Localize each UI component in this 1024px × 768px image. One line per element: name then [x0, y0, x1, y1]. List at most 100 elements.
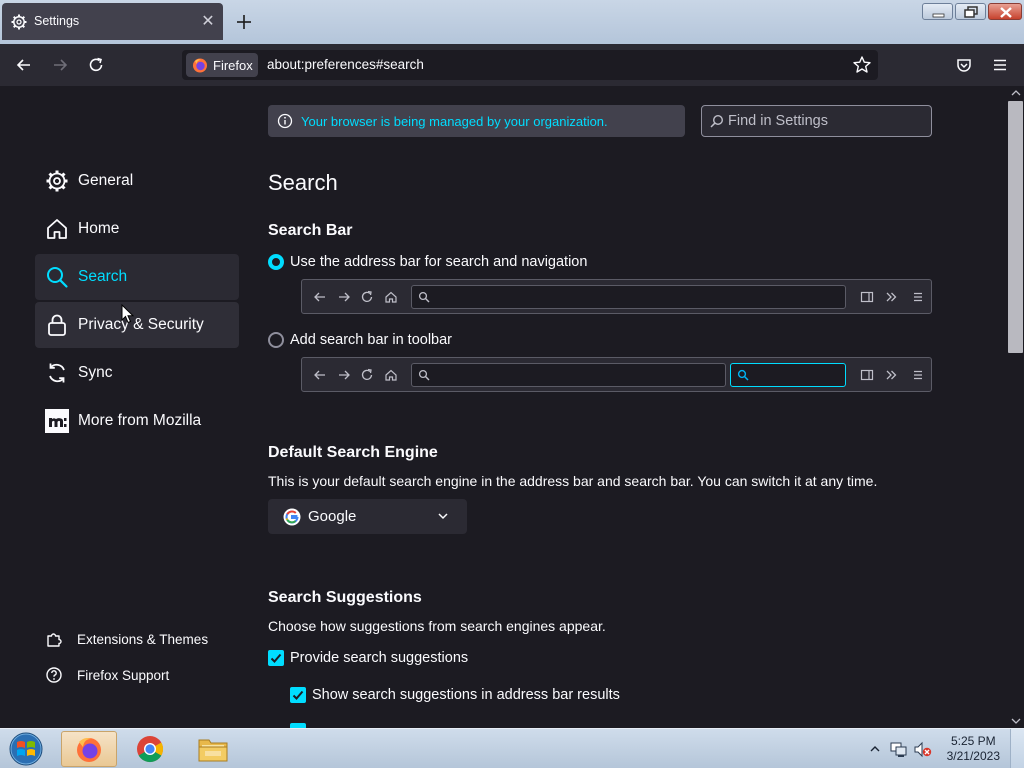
category-more-from-mozilla[interactable]: More from Mozilla [35, 398, 239, 444]
overflow-chevron-icon [886, 292, 897, 302]
default-search-engine-heading: Default Search Engine [268, 444, 438, 461]
scroll-down-arrow-icon[interactable] [1011, 716, 1021, 726]
firefox-icon [193, 58, 207, 73]
gear-icon [46, 170, 68, 192]
show-hidden-icons-arrow-icon[interactable] [870, 744, 880, 754]
chevron-down-icon [438, 513, 448, 520]
search-suggestions-heading: Search Suggestions [268, 589, 422, 606]
category-sync[interactable]: Sync [35, 350, 239, 396]
preferences-page: General Home Search Privacy & Security S… [0, 86, 1024, 728]
taskbar-chrome[interactable] [122, 731, 178, 767]
category-label: Home [78, 220, 120, 237]
checkbox-label: Provide search suggestions [290, 650, 469, 666]
restore-icon [964, 6, 978, 18]
new-tab-icon[interactable] [233, 11, 255, 33]
identity-label: Firefox [213, 57, 253, 73]
close-window-button[interactable] [988, 3, 1022, 20]
back-button[interactable] [12, 53, 36, 77]
app-menu-button[interactable] [988, 53, 1012, 77]
forward-arrow-icon [54, 59, 68, 71]
search-icon [737, 369, 749, 381]
category-label: Privacy & Security [78, 316, 204, 333]
find-in-settings-input[interactable]: Find in Settings [701, 105, 932, 137]
forward-arrow-icon [339, 292, 350, 302]
forward-button[interactable] [48, 53, 72, 77]
sidebar-icon [860, 291, 874, 303]
radio-label: Add search bar in toolbar [290, 332, 453, 348]
chrome-icon [137, 736, 164, 763]
lock-icon [48, 314, 66, 336]
home-icon [385, 291, 397, 303]
windows-start-icon[interactable] [4, 730, 48, 768]
radio-address-bar-option[interactable]: Use the address bar for search and navig… [268, 254, 587, 270]
search-icon [418, 291, 430, 303]
preview-search-bar [730, 363, 846, 387]
firefox-support-link[interactable]: Firefox Support [45, 664, 169, 686]
hamburger-menu-icon [914, 370, 922, 380]
extensions-themes-link[interactable]: Extensions & Themes [45, 628, 208, 650]
policy-notice[interactable]: Your browser is being managed by your or… [268, 105, 685, 137]
taskbar-firefox[interactable] [61, 731, 117, 767]
radio-button[interactable] [268, 332, 284, 348]
minimize-icon [932, 13, 945, 18]
radio-button-selected[interactable] [268, 254, 284, 270]
search-bar-heading: Search Bar [268, 222, 353, 239]
mouse-cursor-icon [121, 304, 135, 324]
search-icon [710, 114, 724, 128]
show-desktop-button[interactable] [1010, 729, 1024, 768]
default-engine-dropdown[interactable]: Google [268, 499, 467, 534]
search-suggestions-description: Choose how suggestions from search engin… [268, 618, 606, 634]
google-icon [283, 508, 301, 525]
hamburger-menu-icon [914, 292, 922, 302]
find-in-settings-placeholder: Find in Settings [728, 113, 828, 129]
back-arrow-icon [314, 370, 325, 380]
file-explorer-icon [198, 739, 228, 762]
category-label: Sync [78, 364, 113, 381]
help-icon [46, 667, 62, 683]
back-arrow-icon [314, 292, 325, 302]
pocket-button[interactable] [952, 53, 976, 77]
taskbar-file-explorer[interactable] [185, 731, 241, 767]
firefox-support-label: Firefox Support [77, 667, 170, 683]
network-icon[interactable] [890, 741, 908, 758]
url-text[interactable]: about:preferences#search [267, 57, 424, 72]
scroll-up-arrow-icon[interactable] [1011, 88, 1021, 98]
mozilla-icon [45, 409, 69, 433]
category-home[interactable]: Home [35, 206, 239, 252]
clock-time: 5:25 PM [950, 734, 996, 748]
sidebar-icon [860, 369, 874, 381]
address-bar[interactable]: Firefox about:preferences#search [182, 50, 878, 80]
checkbox-checked[interactable] [290, 687, 306, 703]
category-search[interactable]: Search [35, 254, 239, 300]
tab-close-icon[interactable]: ✕ [199, 13, 217, 31]
puzzle-icon [47, 633, 62, 647]
reload-button[interactable] [84, 53, 108, 77]
checkbox-show-in-address-bar[interactable]: Show search suggestions in address bar r… [290, 687, 620, 703]
policy-notice-link[interactable]: Your browser is being managed by your or… [301, 114, 608, 129]
category-privacy-security[interactable]: Privacy & Security [35, 302, 239, 348]
volume-muted-icon[interactable] [914, 741, 932, 758]
system-clock[interactable]: 5:25 PM 3/21/2023 [947, 734, 1000, 764]
scrollbar-thumb[interactable] [1008, 101, 1023, 353]
back-arrow-icon [16, 59, 30, 71]
search-icon [418, 369, 430, 381]
extensions-themes-label: Extensions & Themes [77, 631, 209, 647]
category-label: More from Mozilla [78, 412, 202, 429]
checkbox-provide-suggestions[interactable]: Provide search suggestions [268, 650, 468, 666]
toolbar-preview-separate [301, 357, 932, 392]
page-title: Search [268, 170, 338, 195]
bookmark-star-icon[interactable] [852, 55, 872, 75]
minimize-button[interactable] [922, 3, 953, 20]
radio-search-bar-option[interactable]: Add search bar in toolbar [268, 332, 452, 348]
checkbox-checked[interactable] [268, 650, 284, 666]
sync-icon [49, 363, 65, 383]
gear-icon [11, 14, 27, 30]
category-general[interactable]: General [35, 158, 239, 204]
tab-settings[interactable]: Settings ✕ [2, 3, 223, 40]
identity-box[interactable]: Firefox [186, 53, 258, 77]
overflow-chevron-icon [886, 370, 897, 380]
selected-engine-label: Google [308, 508, 357, 525]
restore-button[interactable] [955, 3, 986, 20]
radio-label: Use the address bar for search and navig… [290, 254, 588, 270]
home-icon [47, 219, 67, 239]
